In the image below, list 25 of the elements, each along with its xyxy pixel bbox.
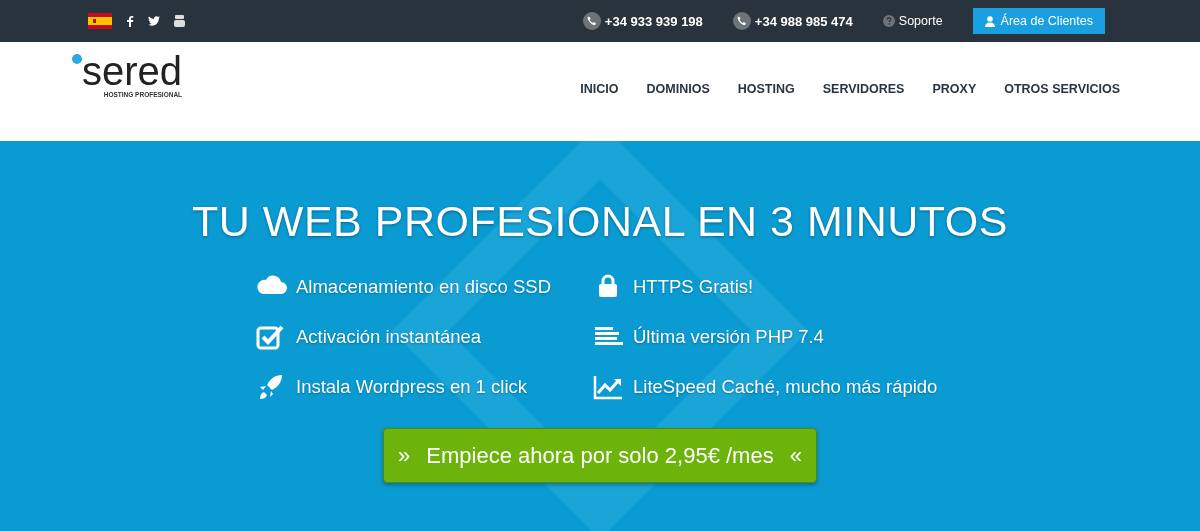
phone-icon xyxy=(582,12,601,30)
feature-label: Última versión PHP 7.4 xyxy=(633,326,824,348)
user-icon xyxy=(984,15,995,27)
support-link[interactable]: Soporte xyxy=(898,14,943,28)
feature-label: Instala Wordpress en 1 click xyxy=(296,376,527,398)
nav-link[interactable]: HOSTING xyxy=(737,82,795,98)
feature-label: Almacenamiento en disco SSD xyxy=(296,276,552,298)
feature-label: LiteSpeed Caché, mucho más rápido xyxy=(633,376,938,398)
nav-link[interactable]: DOMINIOS xyxy=(646,82,710,98)
logo-wordmark[interactable]: sered xyxy=(82,54,183,88)
feature-label: HTTPS Gratis! xyxy=(633,276,754,298)
nav-link[interactable]: PROXY xyxy=(932,82,977,98)
phone-number: +34 933 939 198 xyxy=(604,13,703,29)
logo-dot-icon xyxy=(72,54,82,64)
nav-link[interactable]: INICIO xyxy=(580,82,619,98)
hero-heading: TU WEB PROFESIONAL EN 3 MINUTOS xyxy=(192,197,1008,246)
nav-link[interactable]: OTROS SERVICIOS xyxy=(1004,82,1120,98)
phone-icon xyxy=(732,12,751,30)
facebook-icon[interactable] xyxy=(126,15,134,27)
flag-icon[interactable] xyxy=(88,13,112,29)
nav-link[interactable]: SERVIDORES xyxy=(822,82,905,98)
phone-number: +34 988 985 474 xyxy=(754,13,853,29)
twitter-icon[interactable] xyxy=(148,16,160,26)
feature-label: Activación instantánea xyxy=(296,326,482,348)
help-icon xyxy=(882,15,895,27)
